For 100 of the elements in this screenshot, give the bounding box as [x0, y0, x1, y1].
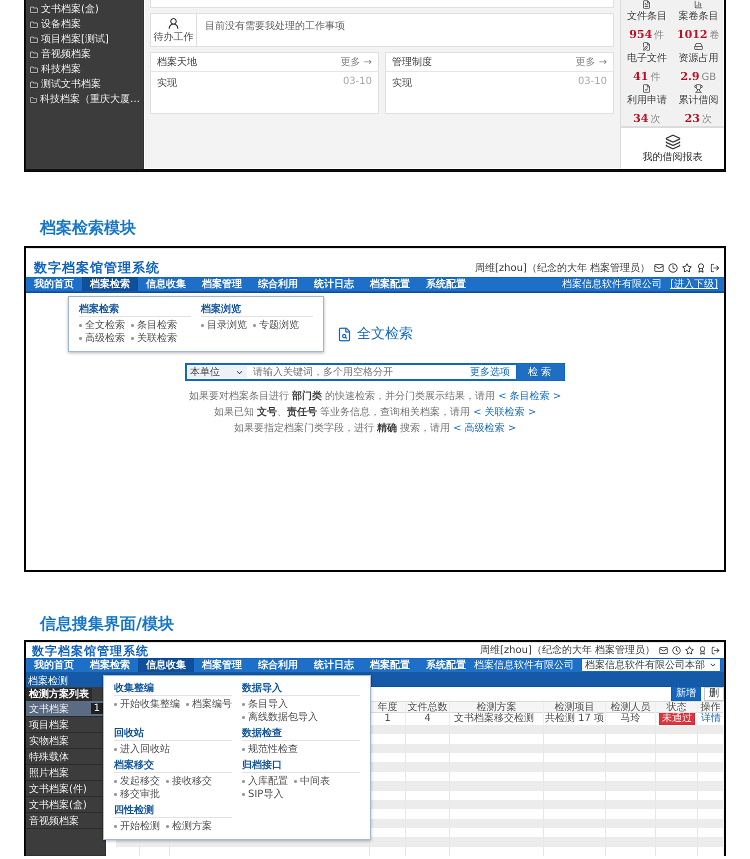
hint-link[interactable]: < 关联检索 > — [473, 407, 536, 418]
menu-item[interactable]: 档案编号 — [186, 698, 232, 711]
sidebar-item[interactable]: 文书档案(件) — [26, 781, 106, 797]
folder-icon — [30, 81, 38, 89]
nav-tab[interactable]: 档案检索 — [82, 658, 138, 672]
menu-group-title: 档案检索 — [79, 303, 191, 317]
menu-item[interactable]: 接收移交 — [166, 775, 212, 788]
menu-item[interactable]: 检测方案 — [166, 820, 212, 833]
stat-unit: GB — [702, 72, 716, 83]
more-link[interactable]: 更多 → — [340, 55, 372, 69]
stat-unit: 次 — [702, 114, 712, 125]
menu-item[interactable]: SIP导入 — [242, 788, 284, 801]
more-options-link[interactable]: 更多选项 — [464, 365, 516, 379]
sidebar-item[interactable]: 文书档案(盒) — [30, 4, 140, 16]
menu-item[interactable]: 规范性检查 — [242, 743, 298, 756]
star-icon[interactable] — [682, 263, 692, 273]
menu-item[interactable]: 移交审批 — [114, 788, 160, 801]
hint-link[interactable]: < 条目检索 > — [498, 391, 562, 402]
mail-icon[interactable] — [654, 263, 664, 273]
news-title[interactable]: 实现 — [392, 76, 412, 90]
todo-label: 待办工作 — [154, 30, 194, 44]
stat-unit: 卷 — [710, 30, 720, 41]
sidebar-item[interactable]: 特殊载体 — [26, 749, 106, 765]
menu-item[interactable]: 全文检索 — [79, 319, 125, 332]
stat-label: 资源占用 — [678, 52, 718, 65]
star-icon[interactable] — [685, 646, 694, 654]
status-badge: 未通过 — [659, 713, 695, 726]
nav-tab[interactable]: 档案管理 — [194, 277, 250, 291]
news-date: 03-10 — [342, 76, 372, 89]
sidebar-item[interactable]: 测试文书档案 — [30, 79, 140, 91]
nav-tab[interactable]: 档案检索 — [82, 277, 138, 291]
section-heading: 档案检索模块 — [38, 218, 137, 238]
nav-tab[interactable]: 档案配置 — [362, 658, 418, 672]
more-link[interactable]: 更多 → — [575, 55, 607, 69]
unit-select[interactable]: 档案信息软件有限公司本部 — [582, 659, 720, 671]
mail-icon[interactable] — [659, 646, 668, 654]
enter-sub-link[interactable]: [进入下级] — [670, 277, 718, 291]
menu-item[interactable]: 高级检索 — [79, 332, 125, 345]
menu-group-title: 四性检测 — [114, 804, 232, 818]
menu-item[interactable]: 条目导入 — [242, 698, 288, 711]
section-heading: 信息搜集界面/模块 — [38, 614, 175, 634]
nav-tab[interactable]: 我的首页 — [26, 658, 82, 672]
clock-icon[interactable] — [668, 263, 678, 273]
nav-tab[interactable]: 统计日志 — [306, 277, 362, 291]
nav-tab[interactable]: 综合利用 — [250, 658, 306, 672]
stat-label: 累计借阅 — [678, 94, 718, 107]
menu-item[interactable]: 目录浏览 — [201, 319, 247, 332]
menu-item[interactable]: 开始收集整编 — [114, 698, 180, 711]
nav-tab[interactable]: 统计日志 — [306, 658, 362, 672]
news-date: 03-10 — [578, 76, 607, 89]
logout-icon[interactable] — [710, 263, 720, 273]
hint-link[interactable]: < 高级检索 > — [453, 423, 516, 434]
stat-label: 利用申请 — [626, 94, 667, 107]
news-title[interactable]: 实现 — [157, 76, 177, 90]
menu-item[interactable]: 专题浏览 — [253, 319, 299, 332]
nav-tab[interactable]: 系统配置 — [418, 658, 474, 672]
report-tile[interactable]: 我的借阅报表 — [621, 126, 724, 169]
menu-item[interactable]: 中间表 — [294, 775, 330, 788]
search-bar[interactable]: 本单位 请输入关键词，多个用空格分开 更多选项 检 索 — [185, 363, 565, 381]
nav-tab[interactable]: 信息收集 — [138, 277, 194, 291]
sidebar-item[interactable]: 科技档案（重庆大厦… — [30, 94, 140, 106]
search-button[interactable]: 检 索 — [516, 365, 563, 379]
nav-tab[interactable]: 我的首页 — [26, 277, 82, 291]
nav-tab[interactable]: 系统配置 — [418, 277, 474, 291]
logout-icon[interactable] — [711, 646, 720, 654]
menu-group-title: 档案浏览 — [201, 303, 313, 317]
nav-tab[interactable]: 档案管理 — [194, 658, 250, 672]
menu-item[interactable]: 关联检索 — [131, 332, 177, 345]
menu-item[interactable]: 发起移交 — [114, 775, 160, 788]
menu-item[interactable]: 离线数据包导入 — [242, 711, 318, 724]
menu-item[interactable]: 条目检索 — [131, 319, 177, 332]
clock-icon[interactable] — [672, 646, 681, 654]
sidebar-item[interactable]: 文书档案 1 — [26, 701, 106, 717]
sidebar-item[interactable]: 音视频档案 — [26, 813, 106, 829]
layers-icon — [664, 134, 680, 150]
toolbar-button[interactable]: 删 — [704, 687, 724, 702]
menu-item[interactable]: 开始检测 — [114, 820, 160, 833]
nav-tab[interactable]: 信息收集 — [138, 658, 194, 672]
menu-group-title: 收集整编 — [114, 682, 232, 696]
sidebar-item[interactable]: 科技档案 — [30, 64, 140, 76]
sidebar-item[interactable]: 实物档案 — [26, 733, 106, 749]
sidebar-item[interactable]: 项目档案[测试] — [30, 34, 140, 46]
menu-item[interactable]: 进入回收站 — [114, 743, 170, 756]
nav-tab[interactable]: 档案配置 — [362, 277, 418, 291]
search-title: 全文检索 — [357, 325, 413, 343]
toolbar-button[interactable]: 新增 — [671, 687, 701, 702]
sidebar-item[interactable]: 照片档案 — [26, 765, 106, 781]
sidebar-item[interactable]: 文书档案(盒) — [26, 797, 106, 813]
sidebar-item[interactable]: 音视频档案 — [30, 49, 140, 61]
award-icon[interactable] — [696, 263, 706, 273]
menu-item[interactable]: 入库配置 — [242, 775, 288, 788]
details-link[interactable]: 详情 — [698, 713, 724, 726]
scope-select[interactable]: 本单位 — [187, 365, 247, 379]
award-icon[interactable] — [698, 646, 707, 654]
sidebar-item[interactable]: 项目档案 — [26, 717, 106, 733]
sidebar-tab[interactable]: 检测方案列表 — [26, 688, 92, 701]
sidebar-item[interactable]: 设备档案 — [30, 19, 140, 31]
caret-icon — [709, 661, 717, 669]
stat-value: 23 — [684, 112, 700, 125]
nav-tab[interactable]: 综合利用 — [250, 277, 306, 291]
